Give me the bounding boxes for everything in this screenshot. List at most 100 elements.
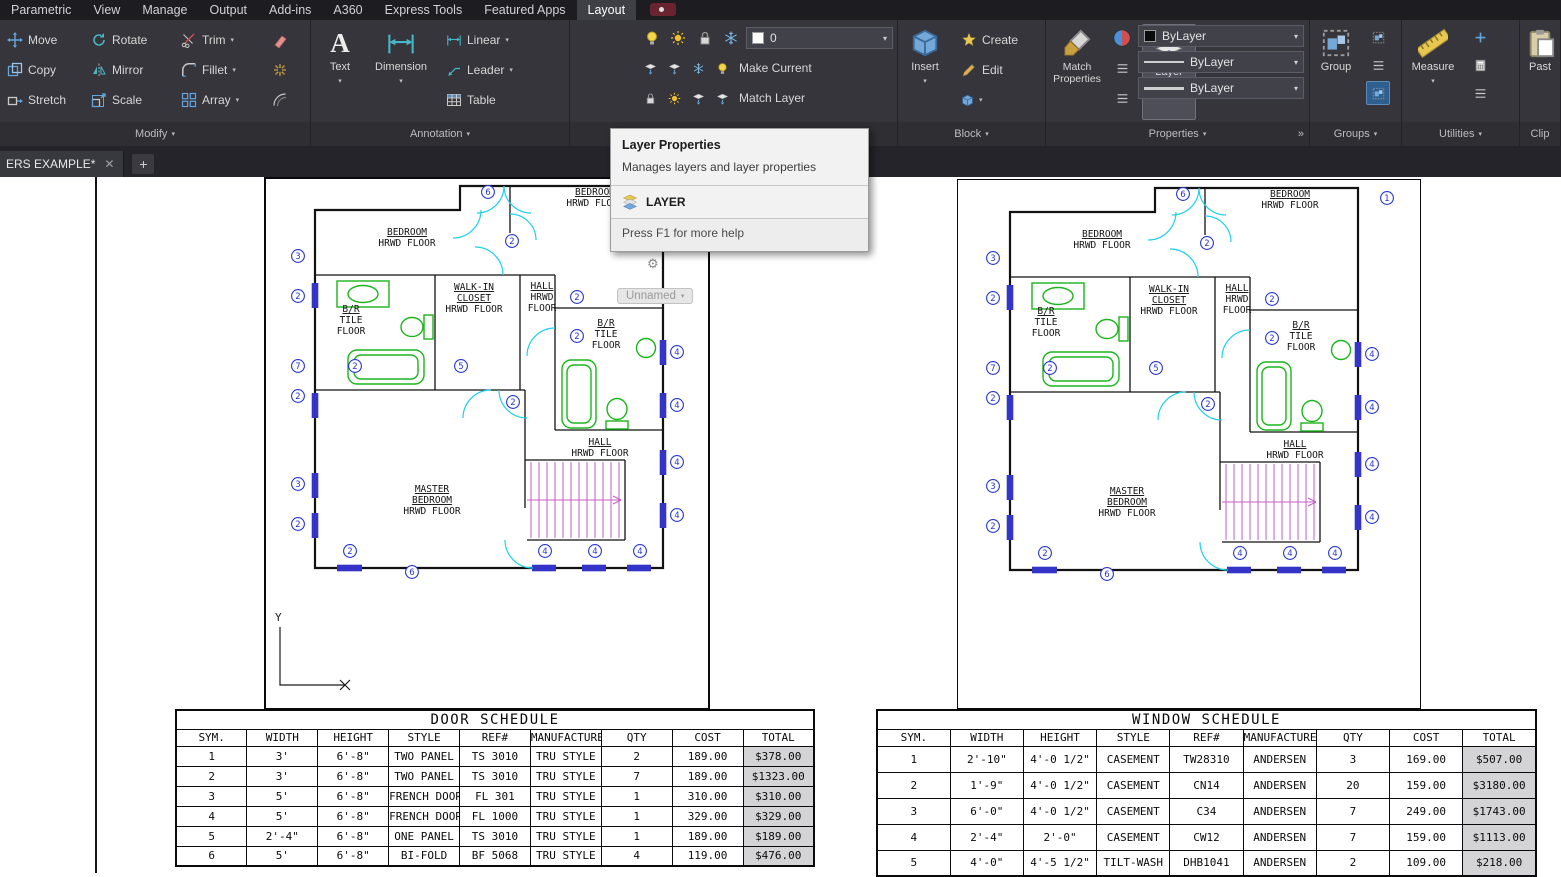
drawing-tab[interactable]: ERS EXAMPLE* ✕ [0, 151, 124, 177]
point-style-button[interactable] [1468, 25, 1492, 49]
ribbon-tab-view[interactable]: View [82, 0, 131, 20]
group-button[interactable]: Group [1312, 22, 1360, 73]
dropdown-caret-icon: ▾ [883, 34, 887, 43]
ribbon-tab-addins[interactable]: Add-ins [258, 0, 322, 20]
ribbon-tab-a360[interactable]: A360 [322, 0, 373, 20]
schedule-cell: CASEMENT [1097, 824, 1170, 850]
panel-label-annotation[interactable]: Annotation▾ [311, 122, 569, 146]
ribbon-tab-parametric[interactable]: Parametric [0, 0, 82, 20]
layer-isolate-button[interactable] [640, 56, 661, 80]
table-button[interactable]: Table [443, 87, 499, 113]
block-attributes-dropdown[interactable]: ▾ [958, 87, 986, 113]
schedule-cell: 4 [176, 806, 247, 826]
panel-annotation: A Text▾ Dimension▾ Linear▾ Leader▾ Table… [311, 20, 570, 146]
copy-button[interactable]: Copy [4, 57, 88, 83]
layer-unisolate-button[interactable] [664, 56, 685, 80]
panel-label-clipboard[interactable]: Clip [1520, 122, 1560, 146]
object-color-dropdown[interactable]: ByLayer ▾ [1138, 25, 1304, 47]
layer-lock-button[interactable] [693, 26, 716, 50]
layer-on-button[interactable] [640, 26, 663, 50]
move-button[interactable]: Move [4, 27, 88, 53]
dropdown-caret-icon: ▾ [232, 66, 236, 74]
tooltip-description: Manages layers and layer properties [611, 152, 868, 185]
measure-button[interactable]: Measure▾ [1404, 22, 1462, 88]
schedule-cell: BI-FOLD [389, 846, 460, 866]
layer-freeze-tool-button[interactable] [688, 56, 709, 80]
ungroup-button[interactable] [1366, 25, 1390, 49]
group-edit-button[interactable] [1366, 53, 1390, 77]
layer-select-dropdown[interactable]: 0 ▾ [746, 27, 893, 49]
trim-button[interactable]: Trim▾ [178, 27, 268, 53]
schedule-cell: TRU STYLE [530, 806, 601, 826]
quick-calc-button[interactable] [1468, 53, 1492, 77]
panel-label-block[interactable]: Block▾ [898, 122, 1045, 146]
tooltip-title: Layer Properties [611, 129, 868, 152]
room-label: HRWD [531, 292, 554, 303]
mirror-button[interactable]: Mirror [88, 57, 178, 83]
object-color-button[interactable] [1110, 26, 1134, 50]
schedule-cell: 6'-8" [318, 806, 389, 826]
schedule-cell: C34 [1170, 798, 1243, 824]
schedule-cell: 7 [1316, 824, 1389, 850]
schedule-cell: 7 [601, 766, 672, 786]
schedule-cell: FRENCH DOORS [389, 786, 460, 806]
insert-button[interactable]: Insert▾ [902, 22, 948, 88]
close-tab-icon[interactable]: ✕ [104, 157, 114, 171]
stretch-button[interactable]: Stretch [4, 87, 88, 113]
new-tab-button[interactable]: + [132, 154, 154, 174]
layer-walk-button[interactable] [688, 86, 709, 110]
leader-icon [446, 62, 462, 78]
schedule-cell: 2'-4" [950, 824, 1023, 850]
id-point-button[interactable] [1468, 81, 1492, 105]
layer-thaw-button[interactable] [666, 26, 689, 50]
dimension-button[interactable]: Dimension▾ [367, 22, 435, 88]
panel-label-utilities[interactable]: Utilities▾ [1402, 122, 1519, 146]
paste-button[interactable]: Past [1522, 22, 1558, 73]
array-button[interactable]: Array▾ [178, 87, 268, 113]
rotate-button[interactable]: Rotate [88, 27, 178, 53]
layer-off-tool-button[interactable] [712, 56, 733, 80]
layer-tool-icon [668, 92, 681, 105]
schedule-cell: CN14 [1170, 772, 1243, 798]
touch-mode-icon[interactable] [650, 3, 676, 16]
ribbon-tab-layout[interactable]: Layout [577, 0, 637, 20]
schedule-cell: 1'-9" [950, 772, 1023, 798]
text-button[interactable]: A Text▾ [317, 22, 363, 88]
dropdown-caret-icon: ▾ [681, 292, 685, 300]
layer-freeze-button[interactable] [719, 26, 742, 50]
make-current-button[interactable]: Make Current [736, 55, 815, 81]
lineweight-dropdown[interactable]: ByLayer ▾ [1138, 77, 1304, 99]
panel-label-modify[interactable]: Modify▾ [0, 122, 310, 146]
properties-list-button[interactable] [1110, 56, 1134, 80]
transparency-button[interactable] [1110, 86, 1134, 110]
edit-block-button[interactable]: Edit [958, 57, 1006, 83]
fillet-button[interactable]: Fillet▾ [178, 57, 268, 83]
panel-label-properties[interactable]: Properties▾» [1046, 122, 1309, 146]
linear-button[interactable]: Linear▾ [443, 27, 512, 53]
ribbon-tab-output[interactable]: Output [199, 0, 259, 20]
layer-lock-tool-button[interactable] [640, 86, 661, 110]
table-icon [446, 92, 462, 108]
layer-restore-button[interactable] [712, 86, 733, 110]
panel-expander-icon[interactable]: » [1298, 128, 1304, 140]
scale-button[interactable]: Scale [88, 87, 178, 113]
panel-label-groups[interactable]: Groups▾ [1310, 122, 1401, 146]
ribbon-tab-manage[interactable]: Manage [131, 0, 198, 20]
schedule-cell: $3180.00 [1463, 772, 1536, 798]
viewport-control-dropdown[interactable]: Unnamed▾ [617, 288, 693, 304]
viewport-gear-icon[interactable]: ⚙ [647, 256, 659, 272]
layer-unlock-tool-button[interactable] [664, 86, 685, 110]
erase-button[interactable] [268, 28, 292, 52]
ribbon-tab-featured-apps[interactable]: Featured Apps [473, 0, 576, 20]
create-block-button[interactable]: Create [958, 27, 1021, 53]
group-selection-toggle[interactable] [1366, 81, 1390, 105]
leader-button[interactable]: Leader▾ [443, 57, 516, 83]
linetype-dropdown[interactable]: ByLayer ▾ [1138, 51, 1304, 73]
match-layer-button[interactable]: Match Layer [736, 85, 808, 111]
explode-button[interactable] [268, 58, 292, 82]
schedule-cell: 5 [877, 850, 950, 876]
offset-button[interactable] [268, 88, 292, 112]
match-properties-button[interactable]: Match Properties [1048, 22, 1106, 85]
schedule-cell: TS 3010 [460, 746, 531, 766]
ribbon-tab-express-tools[interactable]: Express Tools [374, 0, 474, 20]
